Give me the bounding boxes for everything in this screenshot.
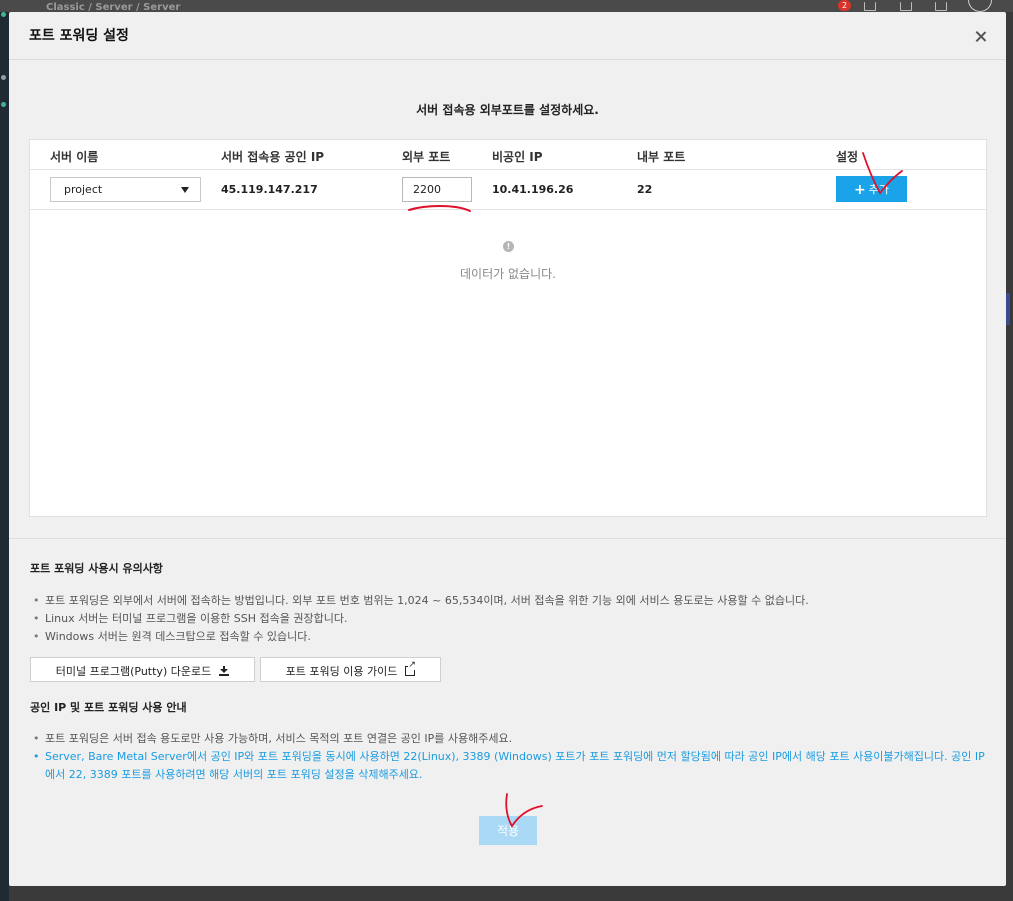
background-sidebar	[0, 12, 9, 901]
info-list: 포트 포워딩은 서버 접속 용도로만 사용 가능하며, 서비스 목적의 포트 연…	[31, 730, 991, 784]
list-item: Windows 서버는 원격 데스크탑으로 접속할 수 있습니다.	[31, 628, 809, 646]
document-icon	[935, 2, 947, 11]
instruction-text: 서버 접속용 외부포트를 설정하세요.	[416, 103, 599, 117]
download-icon	[219, 666, 230, 676]
info-icon: !	[503, 241, 514, 252]
list-item: 포트 포워딩은 서버 접속 용도로만 사용 가능하며, 서비스 목적의 포트 연…	[31, 730, 991, 748]
add-button-label: 추가	[868, 182, 889, 196]
public-ip-value: 45.119.147.217	[221, 183, 318, 196]
avatar	[968, 0, 992, 12]
internal-port-value: 22	[637, 183, 653, 196]
edit-icon	[900, 2, 912, 11]
header-settings: 설정	[836, 150, 859, 164]
header-internal-port: 내부 포트	[637, 150, 686, 164]
putty-download-button[interactable]: 터미널 프로그램(Putty) 다운로드	[30, 657, 255, 682]
empty-state-text: 데이터가 없습니다.	[460, 267, 556, 281]
port-forwarding-table: 서버 이름 서버 접속용 공인 IP 외부 포트 비공인 IP 내부 포트 설정…	[29, 139, 987, 517]
table-row: project 45.119.147.217 10.41.196.26 22 +…	[30, 170, 986, 210]
header-public-ip: 서버 접속용 공인 IP	[221, 150, 325, 164]
plus-icon: +	[854, 181, 866, 198]
section-divider	[9, 538, 1006, 539]
modal-title: 포트 포워딩 설정	[29, 28, 129, 44]
server-name-select[interactable]: project	[50, 177, 201, 202]
server-name-value: project	[64, 183, 103, 196]
table-header: 서버 이름 서버 접속용 공인 IP 외부 포트 비공인 IP 내부 포트 설정	[30, 140, 986, 170]
external-port-input[interactable]	[402, 177, 472, 202]
monitor-icon	[864, 2, 876, 11]
sidebar-dot-icon	[1, 102, 6, 107]
close-icon[interactable]	[973, 29, 989, 45]
notification-badge: 2	[838, 0, 851, 11]
add-button[interactable]: + 추가	[836, 176, 907, 202]
notes-title: 포트 포워딩 사용시 유의사항	[30, 562, 163, 575]
background-header: Classic / Server / Server 2	[0, 0, 1013, 13]
header-external-port: 외부 포트	[402, 150, 451, 164]
putty-download-label: 터미널 프로그램(Putty) 다운로드	[55, 665, 212, 678]
list-item: 포트 포워딩은 외부에서 서버에 접속하는 방법입니다. 외부 포트 번호 범위…	[31, 592, 809, 610]
list-item: Server, Bare Metal Server에서 공인 IP와 포트 포워…	[31, 748, 991, 784]
sidebar-dot-icon	[1, 12, 6, 17]
port-forwarding-modal: 포트 포워딩 설정 서버 접속용 외부포트를 설정하세요. 서버 이름 서버 접…	[9, 12, 1006, 886]
notes-list: 포트 포워딩은 외부에서 서버에 접속하는 방법입니다. 외부 포트 번호 범위…	[31, 592, 809, 646]
guide-label: 포트 포워딩 이용 가이드	[285, 665, 398, 678]
list-item: Linux 서버는 터미널 프로그램을 이용한 SSH 접속을 권장합니다.	[31, 610, 809, 628]
header-server-name: 서버 이름	[50, 150, 99, 164]
apply-button[interactable]: 적용	[479, 816, 537, 845]
chevron-down-icon	[181, 187, 189, 193]
private-ip-value: 10.41.196.26	[492, 183, 574, 196]
header-private-ip: 비공인 IP	[492, 150, 543, 164]
guide-button[interactable]: 포트 포워딩 이용 가이드	[260, 657, 441, 682]
modal-header: 포트 포워딩 설정	[9, 12, 1006, 60]
info-title: 공인 IP 및 포트 포워딩 사용 안내	[30, 701, 187, 714]
external-link-icon	[405, 661, 416, 676]
sidebar-dot-icon	[1, 75, 6, 80]
background-accent	[1006, 293, 1010, 325]
